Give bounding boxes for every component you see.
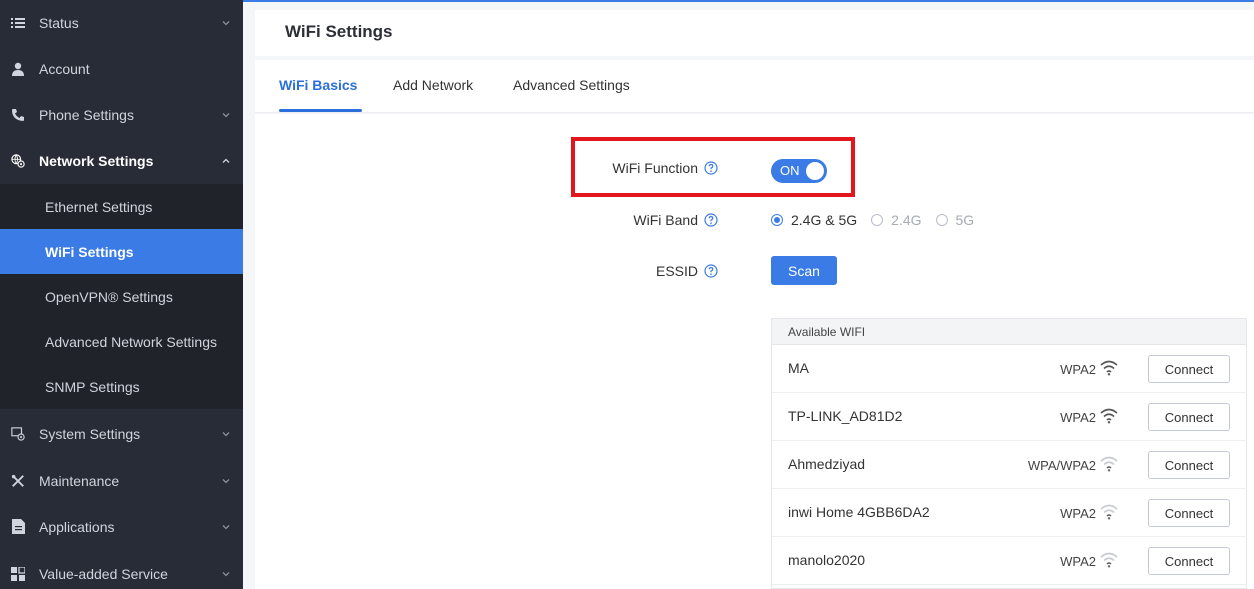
band-option-5g[interactable]: 5G [935,212,975,228]
sidebar-item-label: System Settings [39,425,141,442]
wifi-band-label: WiFi Band [633,212,698,228]
radio-dot [935,214,948,226]
help-icon[interactable] [704,213,718,227]
sidebar-subitem-openvpn-settings[interactable]: OpenVPN® Settings [0,274,243,319]
page-header: WiFi Settings [255,10,1254,56]
chevron-down-icon [222,524,230,529]
sidebar-item-label: Ethernet Settings [45,198,153,215]
sidebar-subitem-snmp-settings[interactable]: SNMP Settings [0,364,243,409]
page-title: WiFi Settings [285,22,393,41]
active-tab-indicator [279,109,362,112]
system-gear-icon [11,426,25,441]
ssid-label: Ahmedziyad [788,456,866,472]
sidebar-item-label: Phone Settings [39,106,134,123]
wifi-signal-icon [1100,360,1118,376]
wifi-signal-icon [1100,552,1118,568]
sidebar-item-label: Network Settings [39,152,154,169]
essid-label-row: ESSID [518,263,718,279]
radio-dot [771,214,783,226]
top-accent-line [243,0,1254,2]
sidebar-item-value-added-service[interactable]: Value-added Service [0,551,243,589]
sidebar-item-label: Account [39,60,90,77]
sidebar: Status Account Phone Settings Network Se… [0,0,243,589]
sidebar-subitem-advanced-network-settings[interactable]: Advanced Network Settings [0,319,243,364]
security-label: WPA2 [1060,506,1096,521]
scan-button[interactable]: Scan [771,256,837,285]
security-label: WPA2 [1060,554,1096,569]
list-icon [11,16,25,30]
radio-label: 2.4G & 5G [791,212,858,228]
tools-icon [11,474,25,488]
essid-label: ESSID [655,263,698,279]
ssid-label: MA [788,360,809,376]
tab-bar: WiFi Basics Add Network Advanced Setting… [255,60,1254,113]
chevron-down-icon [222,431,230,436]
sidebar-item-label: Value-added Service [39,565,168,582]
wifi-signal-icon [1100,504,1118,520]
sidebar-item-label: Status [39,14,79,31]
wifi-network-row: inwi Home 4GBB6DA2 WPA2 Connect [772,489,1246,537]
ssid-label: TP-LINK_AD81D2 [788,408,903,424]
sidebar-item-label: Applications [39,518,115,535]
wifi-network-row: manolo2020 WPA2 Connect [772,537,1246,585]
radio-label: 2.4G [891,212,922,228]
security-label: WPA2 [1060,410,1096,425]
highlight-box [571,137,855,197]
sidebar-item-label: Advanced Network Settings [45,333,217,350]
available-wifi-header: Available WIFI [772,319,1246,345]
security-label: WPA/WPA2 [1027,458,1096,473]
sidebar-item-label: Maintenance [39,472,120,489]
phone-icon [11,108,25,122]
sidebar-item-status[interactable]: Status [0,0,243,45]
wifi-network-row: MA WPA2 Connect [772,345,1246,393]
wifi-signal-icon [1100,408,1118,424]
sidebar-item-applications[interactable]: Applications [0,504,243,549]
chevron-up-icon [222,158,230,163]
user-icon [11,62,25,76]
sidebar-item-system-settings[interactable]: System Settings [0,411,243,456]
connect-button[interactable]: Connect [1148,547,1230,575]
radio-label: 5G [955,212,975,228]
sidebar-item-phone-settings[interactable]: Phone Settings [0,92,243,137]
chevron-down-icon [222,20,230,25]
wifi-band-label-row: WiFi Band [518,212,718,228]
connect-button[interactable]: Connect [1148,355,1230,383]
ssid-label: inwi Home 4GBB6DA2 [788,504,930,520]
connect-button[interactable]: Connect [1148,451,1230,479]
sidebar-item-network-settings[interactable]: Network Settings [0,138,243,183]
sidebar-item-account[interactable]: Account [0,46,243,91]
sidebar-subitem-ethernet-settings[interactable]: Ethernet Settings [0,184,243,229]
sidebar-subitem-wifi-settings[interactable]: WiFi Settings [0,229,243,274]
tab-add-network[interactable]: Add Network [393,77,473,93]
radio-dot [871,214,884,226]
tab-advanced-settings[interactable]: Advanced Settings [513,77,630,93]
wifi-network-row: Ahmedziyad WPA/WPA2 Connect [772,441,1246,489]
connect-button[interactable]: Connect [1148,499,1230,527]
wifi-network-row: TP-LINK_AD81D2 WPA2 Connect [772,393,1246,441]
grid-icon [11,566,25,581]
sidebar-item-label: OpenVPN® Settings [45,288,173,305]
chevron-down-icon [222,571,230,576]
available-wifi-panel: Available WIFI MA WPA2 Connect TP-LINK_AD81… [771,318,1247,589]
chevron-down-icon [222,112,230,117]
chevron-down-icon [222,478,230,483]
sidebar-item-maintenance[interactable]: Maintenance [0,458,243,503]
band-option-dual[interactable]: 2.4G & 5G [771,212,857,228]
connect-button[interactable]: Connect [1148,403,1230,431]
security-label: WPA2 [1060,362,1096,377]
wifi-band-radio-group: 2.4G & 5G 2.4G 5G [771,212,988,228]
document-icon [11,519,25,534]
sidebar-item-label: SNMP Settings [45,378,140,395]
wifi-signal-icon [1100,456,1118,472]
tab-wifi-basics[interactable]: WiFi Basics [279,77,357,93]
sidebar-item-label: WiFi Settings [45,243,134,260]
ssid-label: manolo2020 [788,552,866,568]
help-icon[interactable] [704,264,718,278]
network-gear-icon [11,153,25,168]
band-option-2-4g[interactable]: 2.4G [871,212,922,228]
